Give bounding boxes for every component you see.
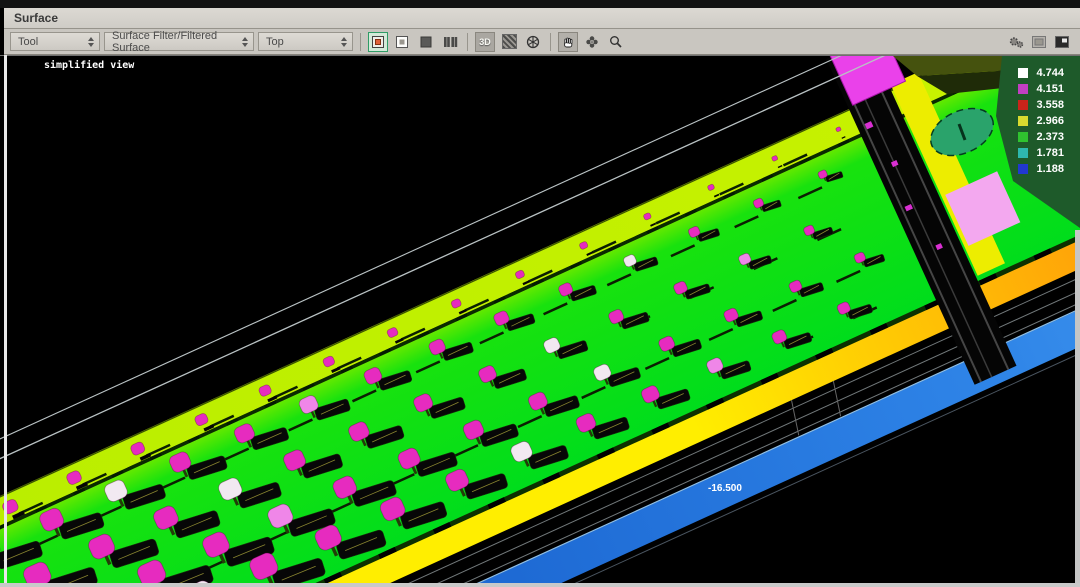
three-d-view-button[interactable]: 3D <box>475 32 495 52</box>
wheel-icon <box>525 34 541 50</box>
legend-entry: 4.151 <box>1018 83 1064 95</box>
toolbar: Tool Surface Filter/Filtered Surface Top <box>4 29 1080 55</box>
dock-window-button[interactable] <box>1052 32 1072 52</box>
zoom-button[interactable] <box>606 32 626 52</box>
legend-swatch-icon <box>1018 164 1028 174</box>
window-top-edge <box>0 0 1080 8</box>
layout-window-button[interactable] <box>1029 32 1049 52</box>
toolbar-separator <box>550 33 551 51</box>
legend-value: 2.966 <box>1036 115 1064 127</box>
surface-window: Surface Tool Surface Filter/Filtered Sur… <box>0 0 1080 587</box>
toolbar-right-group <box>1008 32 1074 52</box>
spinner-arrows-icon <box>341 37 347 47</box>
legend-value: 4.744 <box>1036 67 1064 79</box>
spinner-arrows-icon <box>88 37 94 47</box>
scene-3d-view[interactable] <box>0 56 1080 583</box>
filled-square-icon <box>418 34 434 50</box>
toolbar-separator <box>467 33 468 51</box>
square-center-icon <box>370 34 386 50</box>
legend-swatch-icon <box>1018 132 1028 142</box>
surface-solid-button[interactable] <box>368 32 388 52</box>
spinner-arrows-icon <box>242 37 248 47</box>
view-orientation-dropdown-value: Top <box>266 36 284 48</box>
legend-swatch-icon <box>1018 116 1028 126</box>
legend-value: 1.781 <box>1036 147 1064 159</box>
legend-entry: 3.558 <box>1018 99 1064 111</box>
legend-entry: 2.373 <box>1018 131 1064 143</box>
viewport-bottom-border <box>0 583 1080 587</box>
titlebar[interactable]: Surface <box>4 8 1080 29</box>
legend-entry: 2.966 <box>1018 115 1064 127</box>
dark-window-icon <box>1054 34 1070 50</box>
elevation-measurement-label: -16.500 <box>708 483 742 494</box>
magnifier-icon <box>608 34 624 50</box>
legend-value: 2.373 <box>1036 131 1064 143</box>
viewport-left-border <box>4 55 7 583</box>
window-frame-icon <box>1031 34 1047 50</box>
tool-dropdown[interactable]: Tool <box>10 32 100 51</box>
legend-value: 3.558 <box>1036 99 1064 111</box>
surface-filled-button[interactable] <box>416 32 436 52</box>
legend-value: 4.151 <box>1036 83 1064 95</box>
surface-outline-button[interactable] <box>392 32 412 52</box>
point-cloud-icon <box>502 34 517 49</box>
viewport-right-border <box>1075 230 1080 583</box>
legend-entry: 4.744 <box>1018 67 1064 79</box>
tool-dropdown-value: Tool <box>18 36 38 48</box>
legend-swatch-icon <box>1018 100 1028 110</box>
legend-swatch-icon <box>1018 84 1028 94</box>
view-wheel-button[interactable] <box>523 32 543 52</box>
legend-entry: 1.781 <box>1018 147 1064 159</box>
toolbar-separator <box>360 33 361 51</box>
view-mode-label: simplified view <box>44 60 134 71</box>
legend-value: 1.188 <box>1036 163 1064 175</box>
square-outline-icon <box>394 34 410 50</box>
hand-icon <box>560 34 576 50</box>
legend-entry: 1.188 <box>1018 163 1064 175</box>
flower-icon <box>584 34 600 50</box>
pan-button[interactable] <box>558 32 578 52</box>
view-orientation-dropdown[interactable]: Top <box>258 32 353 51</box>
gears-icon[interactable] <box>1008 34 1026 50</box>
columns-icon <box>442 34 458 50</box>
legend-swatch-icon <box>1018 148 1028 158</box>
elevation-legend: 4.744 4.151 3.558 2.966 2.373 1.781 1.188 <box>1018 67 1064 175</box>
scene-viewport: simplified view -16.500 4.744 4.151 3.558 2… <box>0 55 1080 587</box>
window-title: Surface <box>14 11 58 25</box>
point-cloud-button[interactable] <box>499 32 519 52</box>
surface-columns-button[interactable] <box>440 32 460 52</box>
legend-swatch-icon <box>1018 68 1028 78</box>
surface-filter-dropdown[interactable]: Surface Filter/Filtered Surface <box>104 32 254 51</box>
surface-filter-dropdown-value: Surface Filter/Filtered Surface <box>112 30 236 54</box>
rotate-button[interactable] <box>582 32 602 52</box>
